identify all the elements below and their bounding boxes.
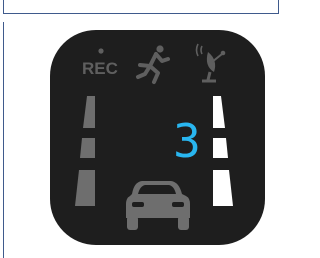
dashcam-app-icon[interactable]: REC 3 (50, 30, 265, 245)
right-lane-dash-2 (213, 138, 228, 158)
rec-label: REC (82, 59, 118, 78)
page-frame: REC 3 (0, 0, 287, 258)
speed-value: 3 (173, 114, 201, 168)
top-panel-border (3, 0, 279, 14)
left-panel-border (3, 22, 4, 258)
rec-dot-icon (98, 48, 104, 54)
left-lane-dash-2 (80, 138, 95, 158)
